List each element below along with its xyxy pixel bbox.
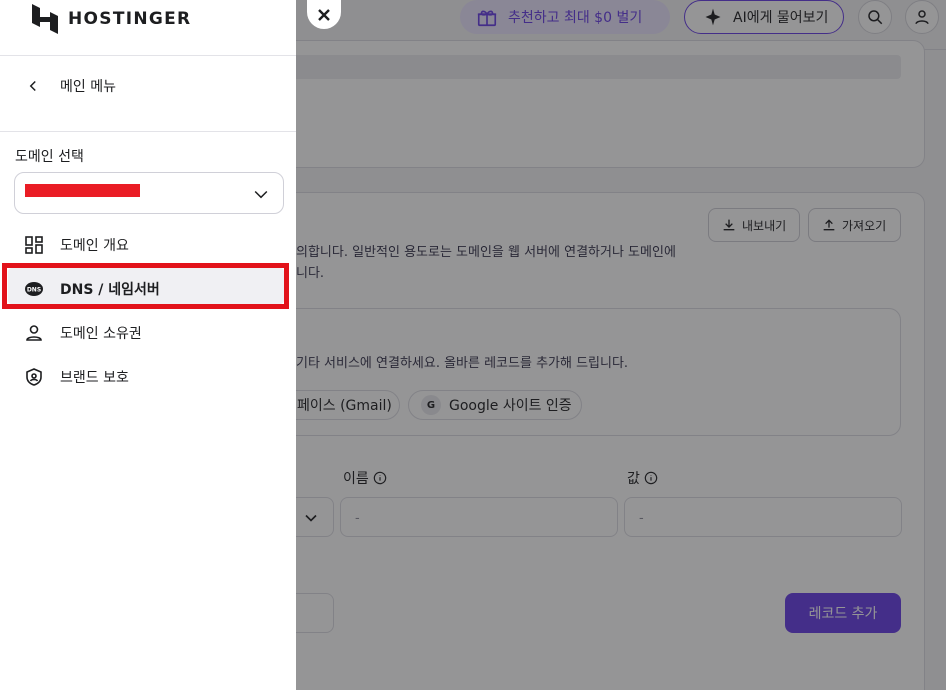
chevron-left-icon: [29, 80, 36, 92]
nav-label: 브랜드 보호: [60, 370, 129, 386]
nav-item-domain-ownership[interactable]: 도메인 소유권: [24, 321, 142, 345]
back-label: 메인 메뉴: [60, 79, 116, 95]
nav-item-brand-protection[interactable]: 브랜드 보호: [24, 365, 129, 389]
hostinger-logo[interactable]: HOSTINGER: [32, 3, 191, 35]
back-to-main-menu[interactable]: 메인 메뉴: [24, 76, 116, 96]
shield-icon: [26, 368, 42, 386]
domain-select[interactable]: [14, 172, 284, 214]
nav-label: 도메인 소유권: [60, 326, 142, 342]
redacted-domain: [25, 184, 140, 197]
nav-label: 도메인 개요: [60, 238, 129, 254]
nav-item-domain-overview[interactable]: 도메인 개요: [24, 233, 129, 257]
hostinger-logo-icon: [32, 4, 58, 34]
grid-icon: [25, 236, 43, 254]
divider: [0, 55, 296, 56]
domain-select-label: 도메인 선택: [15, 149, 84, 165]
brand-name: HOSTINGER: [68, 9, 192, 29]
person-icon: [26, 325, 42, 341]
divider: [0, 131, 296, 132]
side-drawer: HOSTINGER 메인 메뉴 도메인 선택 도메인 개요 DNS DNS / …: [0, 0, 296, 690]
chevron-down-icon: [254, 190, 268, 199]
highlight-annotation: [2, 263, 289, 309]
close-icon: [318, 8, 330, 21]
